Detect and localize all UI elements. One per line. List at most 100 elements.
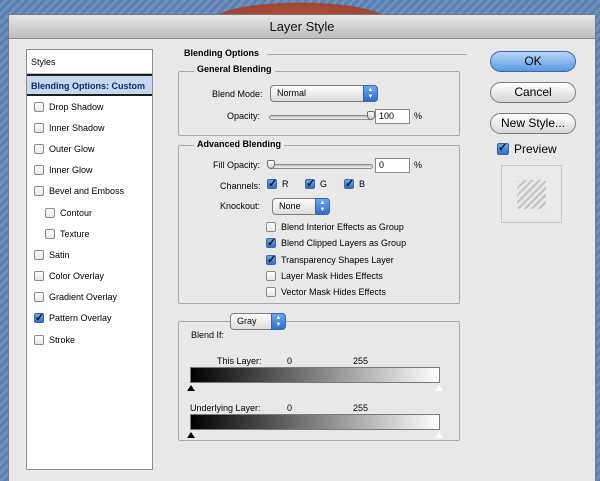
channel-checkbox-box[interactable]: [305, 177, 315, 190]
this-layer-gradient: [190, 367, 440, 383]
styles-item[interactable]: Satin: [27, 244, 152, 265]
advanced-option-checkbox[interactable]: Blend Interior Effects as Group: [266, 222, 404, 232]
ok-button[interactable]: OK: [490, 51, 576, 72]
divider: [267, 54, 467, 55]
this-layer-white-handle[interactable]: [434, 384, 444, 392]
style-label: Pattern Overlay: [49, 313, 112, 324]
underlying-layer-low: 0: [287, 403, 293, 413]
underlying-layer-white-handle[interactable]: [434, 431, 444, 439]
preview-swatch: [517, 179, 546, 209]
advanced-option-label: Blend Interior Effects as Group: [281, 222, 404, 232]
underlying-layer-gradient: [190, 414, 440, 430]
advanced-option-box[interactable]: [266, 253, 276, 266]
style-label: Texture: [60, 228, 90, 239]
style-label: Bevel and Emboss: [49, 186, 125, 197]
styles-item[interactable]: Inner Shadow: [27, 117, 152, 138]
cancel-button[interactable]: Cancel: [490, 82, 576, 103]
blend-if-label: Blend If:: [189, 330, 227, 340]
style-checkbox[interactable]: [45, 207, 55, 218]
styles-item[interactable]: Outer Glow: [27, 138, 152, 159]
advanced-option-checkbox[interactable]: Vector Mask Hides Effects: [266, 287, 386, 298]
this-layer-high: 255: [353, 356, 369, 366]
styles-item[interactable]: Gradient Overlay: [27, 287, 152, 308]
knockout-value: None: [279, 201, 301, 211]
blend-if-group: Blend If: Gray ▲ ▼ This Layer: 0 255 Unde…: [178, 313, 460, 441]
channel-label: R: [282, 179, 289, 189]
fill-opacity-input[interactable]: 0: [375, 158, 410, 173]
styles-item[interactable]: Color Overlay: [27, 266, 152, 287]
channels-label: Channels:: [220, 181, 261, 191]
advanced-option-box[interactable]: [266, 222, 276, 232]
styles-item[interactable]: Texture: [27, 223, 152, 244]
preview-label: Preview: [514, 142, 557, 156]
style-checkbox[interactable]: [34, 334, 44, 345]
style-label: Gradient Overlay: [49, 292, 118, 303]
advanced-option-checkbox[interactable]: Blend Clipped Layers as Group: [266, 236, 406, 249]
opacity-slider-track[interactable]: [269, 115, 373, 120]
advanced-option-label: Transparency Shapes Layer: [281, 254, 394, 265]
style-label: Outer Glow: [49, 143, 95, 154]
fill-opacity-slider-track[interactable]: [269, 164, 373, 169]
advanced-blending-group: Advanced Blending Fill Opacity: 0 % Chan…: [178, 139, 460, 304]
fill-opacity-label: Fill Opacity:: [213, 160, 261, 170]
style-label: Drop Shadow: [49, 101, 104, 112]
blend-mode-select[interactable]: Normal ▲ ▼: [270, 85, 378, 102]
preview-checkbox[interactable]: Preview: [497, 141, 557, 156]
styles-item-blending-options[interactable]: Blending Options: Custom: [27, 74, 152, 96]
style-checkbox[interactable]: [34, 101, 44, 112]
this-layer-black-handle[interactable]: [187, 385, 195, 391]
dialog-title: Layer Style: [9, 15, 595, 39]
select-arrows-icon: ▲ ▼: [315, 198, 330, 215]
channel-checkbox[interactable]: G: [305, 177, 328, 190]
preview-checkbox-box[interactable]: [497, 141, 509, 155]
style-label: Color Overlay: [49, 271, 105, 282]
blending-options-title: Blending Options: [181, 48, 262, 58]
styles-header[interactable]: Styles: [27, 50, 152, 74]
channel-checkbox-box[interactable]: [344, 177, 354, 190]
styles-item[interactable]: Contour: [27, 202, 152, 223]
channel-checkbox[interactable]: R: [267, 177, 289, 190]
style-checkbox[interactable]: [34, 311, 44, 324]
style-checkbox[interactable]: [34, 122, 44, 133]
styles-item[interactable]: Stroke: [27, 329, 152, 350]
channel-label: G: [320, 179, 328, 189]
knockout-select[interactable]: None ▲ ▼: [272, 198, 330, 215]
fill-opacity-slider-knob[interactable]: [267, 160, 275, 169]
style-checkbox[interactable]: [34, 249, 44, 260]
underlying-layer-label: Underlying Layer:: [190, 403, 261, 413]
general-blending-title: General Blending: [194, 64, 275, 74]
style-checkbox[interactable]: [34, 165, 44, 176]
blend-if-value: Gray: [237, 316, 257, 326]
this-layer-label: This Layer:: [217, 356, 262, 366]
advanced-option-checkbox[interactable]: Transparency Shapes Layer: [266, 253, 394, 266]
style-checkbox[interactable]: [34, 292, 44, 303]
styles-item[interactable]: Drop Shadow: [27, 96, 152, 117]
advanced-blending-title: Advanced Blending: [194, 139, 285, 149]
style-checkbox[interactable]: [45, 228, 55, 239]
select-arrows-icon: ▲ ▼: [271, 313, 286, 330]
new-style-button[interactable]: New Style...: [490, 113, 576, 134]
channel-checkbox-box[interactable]: [267, 177, 277, 190]
underlying-layer-black-handle[interactable]: [187, 432, 195, 438]
style-preview: [501, 165, 562, 223]
blend-if-select[interactable]: Gray ▲ ▼: [230, 313, 286, 330]
advanced-option-box[interactable]: [266, 270, 276, 281]
opacity-slider-knob[interactable]: [367, 111, 375, 120]
style-checkbox[interactable]: [34, 143, 44, 154]
channel-checkbox[interactable]: B: [344, 177, 365, 190]
advanced-option-box[interactable]: [266, 236, 276, 249]
opacity-input[interactable]: 100: [375, 109, 410, 124]
advanced-option-box[interactable]: [266, 287, 276, 298]
styles-item[interactable]: Bevel and Emboss: [27, 181, 152, 202]
advanced-option-checkbox[interactable]: Layer Mask Hides Effects: [266, 270, 383, 281]
styles-item[interactable]: Pattern Overlay: [27, 308, 152, 329]
general-blending-group: General Blending Blend Mode: Normal ▲ ▼ O…: [178, 64, 460, 136]
style-checkbox[interactable]: [34, 186, 44, 197]
blend-mode-value: Normal: [277, 88, 307, 98]
select-arrows-icon: ▲ ▼: [363, 85, 378, 102]
style-checkbox[interactable]: [34, 271, 44, 282]
style-label: Satin: [49, 249, 70, 260]
opacity-percent: %: [414, 111, 423, 121]
styles-item[interactable]: Inner Glow: [27, 160, 152, 181]
knockout-label: Knockout:: [220, 201, 261, 211]
